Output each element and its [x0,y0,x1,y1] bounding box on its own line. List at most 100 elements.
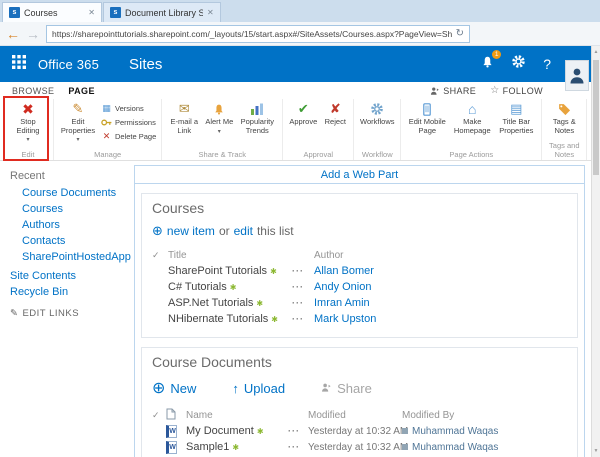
email-link-label: E-mail a Link [167,118,201,135]
select-all-check-icon[interactable]: ✓ [152,410,166,421]
chevron-down-icon: ▾ [218,128,221,135]
url-text: https://sharepointtutorials.sharepoint.c… [52,29,452,39]
scrollbar-thumb[interactable] [593,60,599,175]
edit-links-button[interactable]: ✎ EDIT LINKS [10,308,132,319]
help-icon[interactable]: ? [543,56,551,72]
course-title[interactable]: SharePoint Tutorials [168,265,267,277]
ribbon: ✖ Stop Editing ▾ Edit ✎ Edit Properties … [0,99,591,161]
tab-title: Courses [24,8,58,18]
group-label-share-track: Share & Track [162,150,282,159]
approve-button[interactable]: ✔ Approve [288,101,318,127]
modified-by-link[interactable]: Muhammad Waqas [412,426,498,437]
column-modified-by[interactable]: Modified By [402,410,567,421]
document-name[interactable]: Sample1 [186,441,229,453]
tab-close-icon[interactable]: ✕ [88,8,95,17]
author-link[interactable]: Imran Amin [314,297,567,309]
permissions-button[interactable]: Permissions [101,116,156,128]
follow-label: FOLLOW [503,86,543,96]
sidebar-item-contacts[interactable]: Contacts [22,236,132,247]
scroll-down-arrow-icon[interactable]: ▼ [592,448,600,454]
tab-browse[interactable]: BROWSE [12,86,54,96]
vertical-scrollbar[interactable]: ▲ ▼ [591,46,600,457]
new-document-button[interactable]: ⊕ New [152,378,196,398]
select-all-check-icon[interactable]: ✓ [152,250,168,261]
tab-page[interactable]: PAGE [68,86,94,96]
share-button[interactable]: SHARE [430,86,476,96]
author-link[interactable]: Mark Upston [314,313,567,325]
ribbon-group-manage: ✎ Edit Properties ▾ ▦ Versions Permissio… [54,99,162,160]
stop-editing-button[interactable]: ✖ Stop Editing ▾ [8,101,48,143]
ellipsis-menu-icon[interactable]: ··· [292,282,314,292]
sidebar-item-course-documents[interactable]: Course Documents [22,188,132,199]
sidebar-item-site-contents[interactable]: Site Contents [10,271,132,282]
settings-gear-icon[interactable] [511,54,526,74]
sidebar-item-courses[interactable]: Courses [22,204,132,215]
reject-button[interactable]: ✘ Reject [322,101,348,127]
column-author[interactable]: Author [314,250,567,261]
user-avatar[interactable] [565,60,589,91]
ellipsis-menu-icon[interactable]: ··· [288,426,308,436]
column-name[interactable]: Name [186,410,288,421]
table-row[interactable]: C# Tutorials✱ ··· Andy Onion [152,279,567,295]
popularity-trends-button[interactable]: Popularity Trends [237,101,277,135]
new-label: New [170,381,196,396]
column-title[interactable]: Title [168,250,292,261]
sidebar-item-recycle-bin[interactable]: Recycle Bin [10,287,132,298]
forward-button[interactable]: → [26,26,40,42]
follow-button[interactable]: ☆ FOLLOW [490,85,543,96]
table-row[interactable]: Sample1✱ ··· Yesterday at 10:32 AM Muham… [152,439,567,455]
recent-heading: Recent [10,170,132,182]
browser-tab-courses[interactable]: s Courses ✕ [2,2,102,22]
app-launcher-icon[interactable] [12,55,26,74]
course-title[interactable]: ASP.Net Tutorials [168,297,253,309]
delete-page-button[interactable]: ✕ Delete Page [101,130,156,142]
stop-editing-icon: ✖ [22,101,34,117]
versions-button[interactable]: ▦ Versions [101,102,156,114]
course-title[interactable]: NHibernate Tutorials [168,313,268,325]
author-link[interactable]: Andy Onion [314,281,567,293]
edit-links-label: EDIT LINKS [22,308,79,319]
modified-by-link[interactable]: Muhammad Waqas [412,442,498,453]
add-web-part-link[interactable]: Add a Web Part [321,169,398,181]
browser-tab-document-library-settings[interactable]: s Document Library Settin... ✕ [103,2,221,22]
ellipsis-menu-icon[interactable]: ··· [288,442,308,452]
new-item-link[interactable]: new item [167,224,215,238]
alert-me-button[interactable]: Alert Me ▾ [205,101,233,135]
edit-properties-button[interactable]: ✎ Edit Properties ▾ [59,101,97,143]
ellipsis-menu-icon[interactable]: ··· [292,266,314,276]
ellipsis-menu-icon[interactable]: ··· [292,314,314,324]
table-row[interactable]: My Document✱ ··· Yesterday at 10:32 AM M… [152,423,567,439]
ribbon-group-edit: ✖ Stop Editing ▾ Edit [3,99,54,160]
email-link-button[interactable]: ✉ E-mail a Link [167,101,201,135]
document-name[interactable]: My Document [186,425,254,437]
table-row[interactable]: SharePoint Tutorials✱ ··· Allan Bomer [152,263,567,279]
courses-table: ✓ Title Author SharePoint Tutorials✱ ···… [152,247,567,327]
scroll-up-arrow-icon[interactable]: ▲ [592,49,600,55]
sidebar-item-sharepointhostedapp[interactable]: SharePointHostedApp [22,252,132,263]
back-button[interactable]: ← [6,26,20,42]
edit-mobile-page-button[interactable]: Edit Mobile Page [406,101,448,135]
edit-properties-icon: ✎ [73,101,84,117]
workflows-button[interactable]: Workflows [359,101,395,127]
office-365-brand[interactable]: Office 365 [38,57,99,72]
url-input[interactable]: https://sharepointtutorials.sharepoint.c… [46,25,470,43]
tab-close-icon[interactable]: ✕ [207,8,214,17]
web-part-zone: Add a Web Part Courses ⊕ new item or edi… [134,165,585,457]
column-modified[interactable]: Modified [308,410,402,421]
notifications-bell-icon[interactable]: 1 [481,55,494,74]
edit-list-link[interactable]: edit [234,224,253,238]
table-row[interactable]: NHibernate Tutorials✱ ··· Mark Upston [152,311,567,327]
refresh-icon[interactable]: ↻ [456,28,464,39]
new-badge-icon: ✱ [271,315,278,324]
make-homepage-button[interactable]: ⌂ Make Homepage [452,101,492,135]
author-link[interactable]: Allan Bomer [314,265,567,277]
share-document-button[interactable]: Share [321,381,372,396]
table-row[interactable]: ASP.Net Tutorials✱ ··· Imran Amin [152,295,567,311]
tab-title: Document Library Settin... [125,8,203,18]
tags-notes-button[interactable]: Tags & Notes [547,101,581,135]
ellipsis-menu-icon[interactable]: ··· [292,298,314,308]
upload-button[interactable]: ↑ Upload [232,381,285,396]
course-title[interactable]: C# Tutorials [168,281,227,293]
title-bar-properties-button[interactable]: ▤ Title Bar Properties [496,101,536,135]
sidebar-item-authors[interactable]: Authors [22,220,132,231]
